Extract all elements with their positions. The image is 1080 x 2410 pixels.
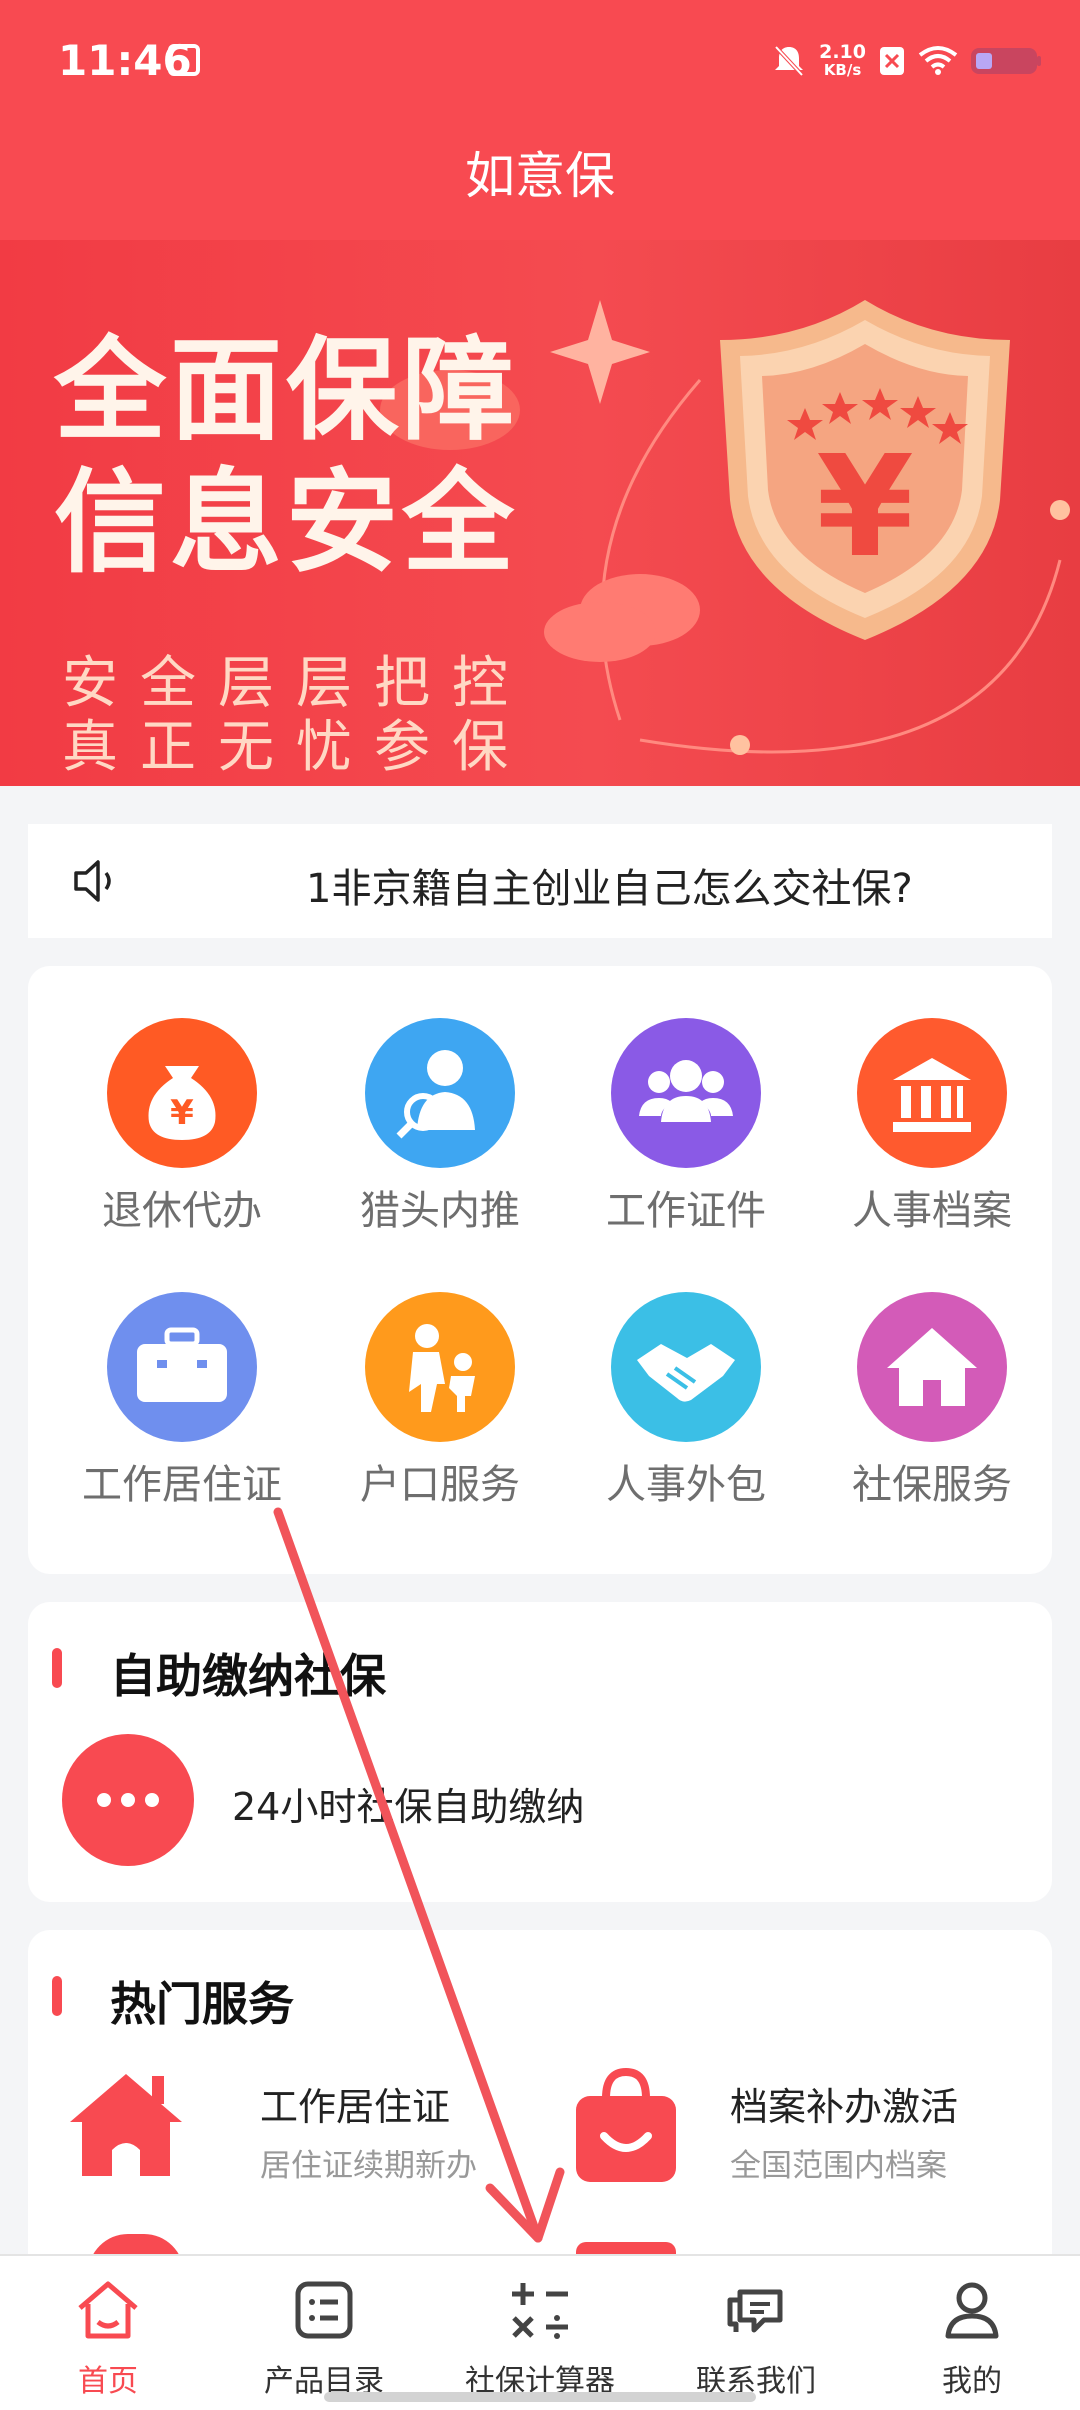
service-work-permit[interactable]: 工作证件	[566, 1018, 806, 1236]
no-sim-icon	[880, 47, 904, 75]
wifi-icon	[918, 46, 958, 75]
svg-text:¥: ¥	[170, 1093, 194, 1133]
family-icon	[365, 1292, 515, 1442]
briefcase-icon	[107, 1292, 257, 1442]
service-label: 猎头内推	[360, 1188, 520, 1234]
tab-product-catalog[interactable]: 产品目录	[216, 2256, 432, 2410]
hot-item-title: 档案补办激活	[730, 2085, 959, 2129]
hot-item-residence[interactable]: 工作居住证 居住证续期新办	[68, 2070, 508, 2200]
money-bag-icon: ¥	[107, 1018, 257, 1168]
notification-app-icon	[168, 44, 200, 76]
announcement-text: 1非京籍自主创业自己怎么交社保?	[306, 866, 913, 912]
status-icons: 2.10 KB/s	[771, 38, 1042, 84]
people-group-icon	[611, 1018, 761, 1168]
self-pay-item[interactable]: 24小时社保自助缴纳	[62, 1734, 962, 1866]
speed-value: 2.10	[819, 41, 866, 63]
tab-calculator[interactable]: 社保计算器	[432, 2256, 648, 2410]
hot-item-subtitle: 全国范围内档案	[730, 2148, 947, 2184]
status-bar: 11:46 2.10 KB/s	[0, 0, 1080, 128]
speed-unit: KB/s	[823, 61, 862, 79]
section-marker	[52, 1976, 62, 2016]
tab-label: 我的	[942, 2364, 1002, 2399]
user-icon	[945, 2282, 999, 2339]
bank-building-icon	[857, 1018, 1007, 1168]
bottom-tab-bar: 首页 产品目录 社保计算器 联系我们 我的	[0, 2254, 1080, 2410]
calculator-icon	[512, 2283, 568, 2339]
promo-banner[interactable]: ¥ 全面保障 信息安全 安全层层把控 真正无忧参保	[0, 240, 1080, 786]
hot-item-title: 工作居住证	[260, 2085, 451, 2129]
self-pay-card: 自助缴纳社保 24小时社保自助缴纳	[28, 1602, 1052, 1902]
service-label: 退休代办	[102, 1188, 262, 1234]
banner-headline-2: 信息安全	[54, 458, 518, 588]
speaker-icon	[74, 860, 111, 902]
shield-icon: ¥	[720, 300, 1010, 640]
banner-subtitle-2: 真正无忧参保	[62, 715, 530, 780]
headhunter-icon	[365, 1018, 515, 1168]
app-title-bar: 如意保	[0, 128, 1080, 240]
tab-contact-us[interactable]: 联系我们	[648, 2256, 864, 2410]
network-speed: 2.10 KB/s	[819, 41, 866, 80]
home-red-icon	[70, 2074, 182, 2176]
home-icon	[78, 2281, 138, 2339]
service-label: 人事外包	[606, 1462, 766, 1508]
service-retirement[interactable]: ¥ 退休代办	[62, 1018, 302, 1236]
hot-item-subtitle: 居住证续期新办	[260, 2148, 477, 2184]
service-label: 人事档案	[852, 1188, 1012, 1234]
tab-mine[interactable]: 我的	[864, 2256, 1080, 2410]
service-label: 工作证件	[606, 1188, 766, 1234]
service-hukou[interactable]: 户口服务	[320, 1292, 560, 1510]
handshake-icon	[611, 1292, 761, 1442]
services-grid: ¥ 退休代办 猎头内推 工作证件 人事档案 工作居住证 户口服务 人事外包 社保…	[28, 966, 1052, 1574]
hot-services-title: 热门服务	[110, 1977, 294, 2031]
self-pay-item-label: 24小时社保自助缴纳	[232, 1785, 585, 1829]
chat-icon	[727, 2289, 783, 2333]
mute-bell-icon	[774, 45, 804, 77]
service-personnel-archive[interactable]: 人事档案	[812, 1018, 1052, 1236]
service-label: 社保服务	[852, 1462, 1012, 1508]
hot-item-archive[interactable]: 档案补办激活 全国范围内档案	[576, 2068, 1036, 2200]
service-social-security[interactable]: 社保服务	[812, 1292, 1052, 1510]
shopping-bag-icon	[576, 2068, 676, 2182]
announcement-bar[interactable]: 1非京籍自主创业自己怎么交社保?	[28, 824, 1052, 938]
page-title: 如意保	[465, 147, 615, 205]
home-gesture-bar[interactable]	[324, 2392, 756, 2402]
service-label: 工作居住证	[82, 1462, 282, 1508]
service-label: 户口服务	[360, 1462, 520, 1508]
house-icon	[857, 1292, 1007, 1442]
service-hr-outsourcing[interactable]: 人事外包	[566, 1292, 806, 1510]
list-icon	[295, 2281, 353, 2339]
self-pay-title: 自助缴纳社保	[110, 1649, 386, 1703]
tab-label: 首页	[78, 2364, 138, 2399]
shield-yuan-symbol: ¥	[816, 426, 913, 589]
section-marker	[52, 1648, 62, 1688]
more-dots-icon	[62, 1734, 194, 1866]
battery-icon	[971, 48, 1041, 74]
tab-home[interactable]: 首页	[0, 2256, 216, 2410]
service-residence-permit[interactable]: 工作居住证	[62, 1292, 302, 1510]
service-headhunting[interactable]: 猎头内推	[320, 1018, 560, 1236]
